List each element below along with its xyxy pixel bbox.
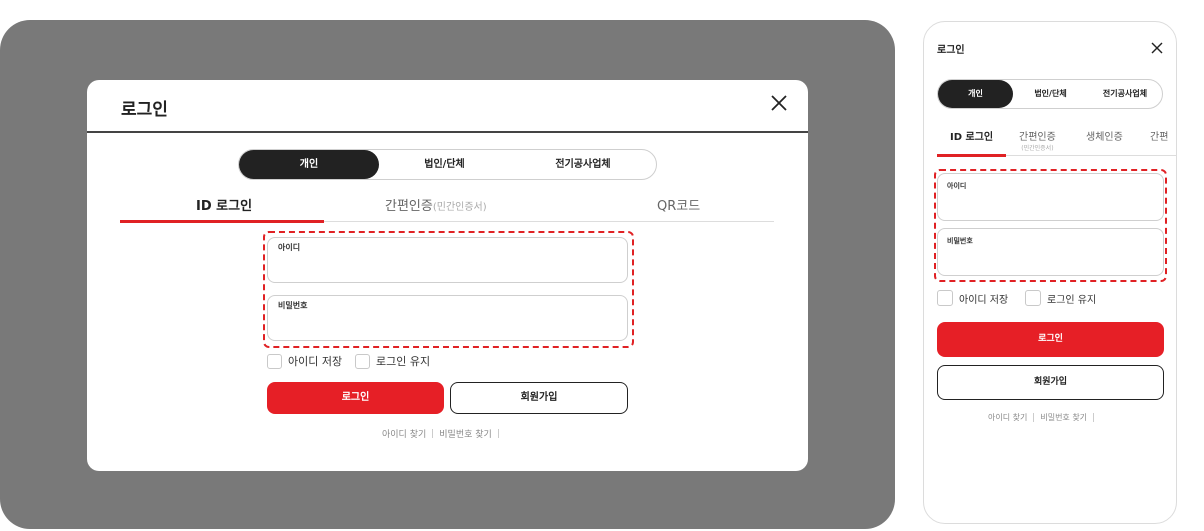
mobile-password-field[interactable] <box>937 228 1164 276</box>
save-id-label: 아이디 저장 <box>959 294 1009 306</box>
keep-login-label: 로그인 유지 <box>1047 294 1097 306</box>
tab-more[interactable]: 간편 <box>1150 128 1168 143</box>
link-divider <box>1093 413 1095 422</box>
mobile-id-field[interactable] <box>937 173 1164 221</box>
link-divider <box>432 429 434 438</box>
password-field[interactable] <box>267 295 628 341</box>
link-divider <box>1033 413 1035 422</box>
tab-easy-auth-label: 간편인증 <box>385 199 433 214</box>
find-password-link[interactable]: 비밀번호 찾기 <box>1040 412 1087 423</box>
tab-qr-code[interactable]: QR코드 <box>657 195 700 214</box>
title-divider <box>87 131 808 133</box>
mobile-login-button[interactable]: 로그인 <box>937 322 1164 357</box>
find-links: 아이디 찾기 비밀번호 찾기 <box>382 427 505 440</box>
id-input[interactable] <box>278 243 379 252</box>
save-id-label: 아이디 저장 <box>288 355 343 368</box>
keep-login-label: 로그인 유지 <box>376 355 431 368</box>
checkbox-box[interactable] <box>1025 290 1041 306</box>
keep-login-checkbox[interactable]: 로그인 유지 <box>355 353 430 369</box>
segment-corporate[interactable]: 법인/단체 <box>1013 80 1088 108</box>
checkbox-box[interactable] <box>355 353 370 369</box>
mobile-find-links: 아이디 찾기 비밀번호 찾기 <box>988 412 1100 423</box>
segment-personal[interactable]: 개인 <box>239 150 379 179</box>
login-button[interactable]: 로그인 <box>267 382 444 414</box>
tab-easy-auth-sub: (민간인증서) <box>432 202 487 213</box>
tab-easy-auth-label: 간편인증 <box>1019 132 1056 143</box>
modal-title: 로그인 <box>121 100 168 120</box>
segment-personal[interactable]: 개인 <box>938 80 1013 108</box>
mobile-member-type-segment: 개인 법인/단체 전기공사업체 <box>937 79 1163 109</box>
checkbox-box[interactable] <box>937 290 953 306</box>
desktop-login-modal: 로그인 개인 법인/단체 전기공사업체 ID 로그인 간편인증(민간인증서) Q… <box>87 80 808 471</box>
find-password-link[interactable]: 비밀번호 찾기 <box>439 427 492 440</box>
tab-biometric[interactable]: 생체인증 <box>1086 128 1123 143</box>
save-id-checkbox[interactable]: 아이디 저장 <box>267 353 342 369</box>
tab-id-login[interactable]: ID 로그인 <box>950 128 993 143</box>
segment-corporate[interactable]: 법인/단체 <box>379 150 510 179</box>
tab-easy-auth[interactable]: 간편인증(민간인증서) <box>385 195 487 214</box>
tab-easy-auth-sub: (민간인증서) <box>1021 145 1054 152</box>
tab-active-indicator <box>120 220 324 223</box>
close-icon[interactable] <box>1150 41 1164 55</box>
mobile-keep-login-checkbox[interactable]: 로그인 유지 <box>1025 290 1096 306</box>
find-id-link[interactable]: 아이디 찾기 <box>988 412 1027 423</box>
find-id-link[interactable]: 아이디 찾기 <box>382 427 426 440</box>
segment-electrical-contractor[interactable]: 전기공사업체 <box>510 150 656 179</box>
tab-active-indicator <box>937 154 1006 157</box>
id-field[interactable] <box>267 237 628 283</box>
mobile-save-id-checkbox[interactable]: 아이디 저장 <box>937 290 1008 306</box>
tab-id-login[interactable]: ID 로그인 <box>196 195 252 214</box>
mobile-password-input[interactable] <box>947 237 1043 245</box>
segment-electrical-contractor[interactable]: 전기공사업체 <box>1088 80 1162 108</box>
link-divider <box>497 429 499 438</box>
close-icon[interactable] <box>766 90 792 116</box>
tab-easy-auth[interactable]: 간편인증 (민간인증서) <box>1019 128 1056 152</box>
member-type-segment: 개인 법인/단체 전기공사업체 <box>238 149 657 180</box>
desktop-overlay: 로그인 개인 법인/단체 전기공사업체 ID 로그인 간편인증(민간인증서) Q… <box>0 20 895 529</box>
checkbox-box[interactable] <box>267 353 282 369</box>
mobile-signup-button[interactable]: 회원가입 <box>937 365 1164 400</box>
mobile-id-input[interactable] <box>947 182 1043 190</box>
mobile-title: 로그인 <box>937 45 965 56</box>
password-input[interactable] <box>278 301 379 310</box>
signup-button[interactable]: 회원가입 <box>450 382 628 414</box>
mobile-login-panel: 로그인 개인 법인/단체 전기공사업체 ID 로그인 간편인증 (민간인증서) … <box>923 21 1177 524</box>
